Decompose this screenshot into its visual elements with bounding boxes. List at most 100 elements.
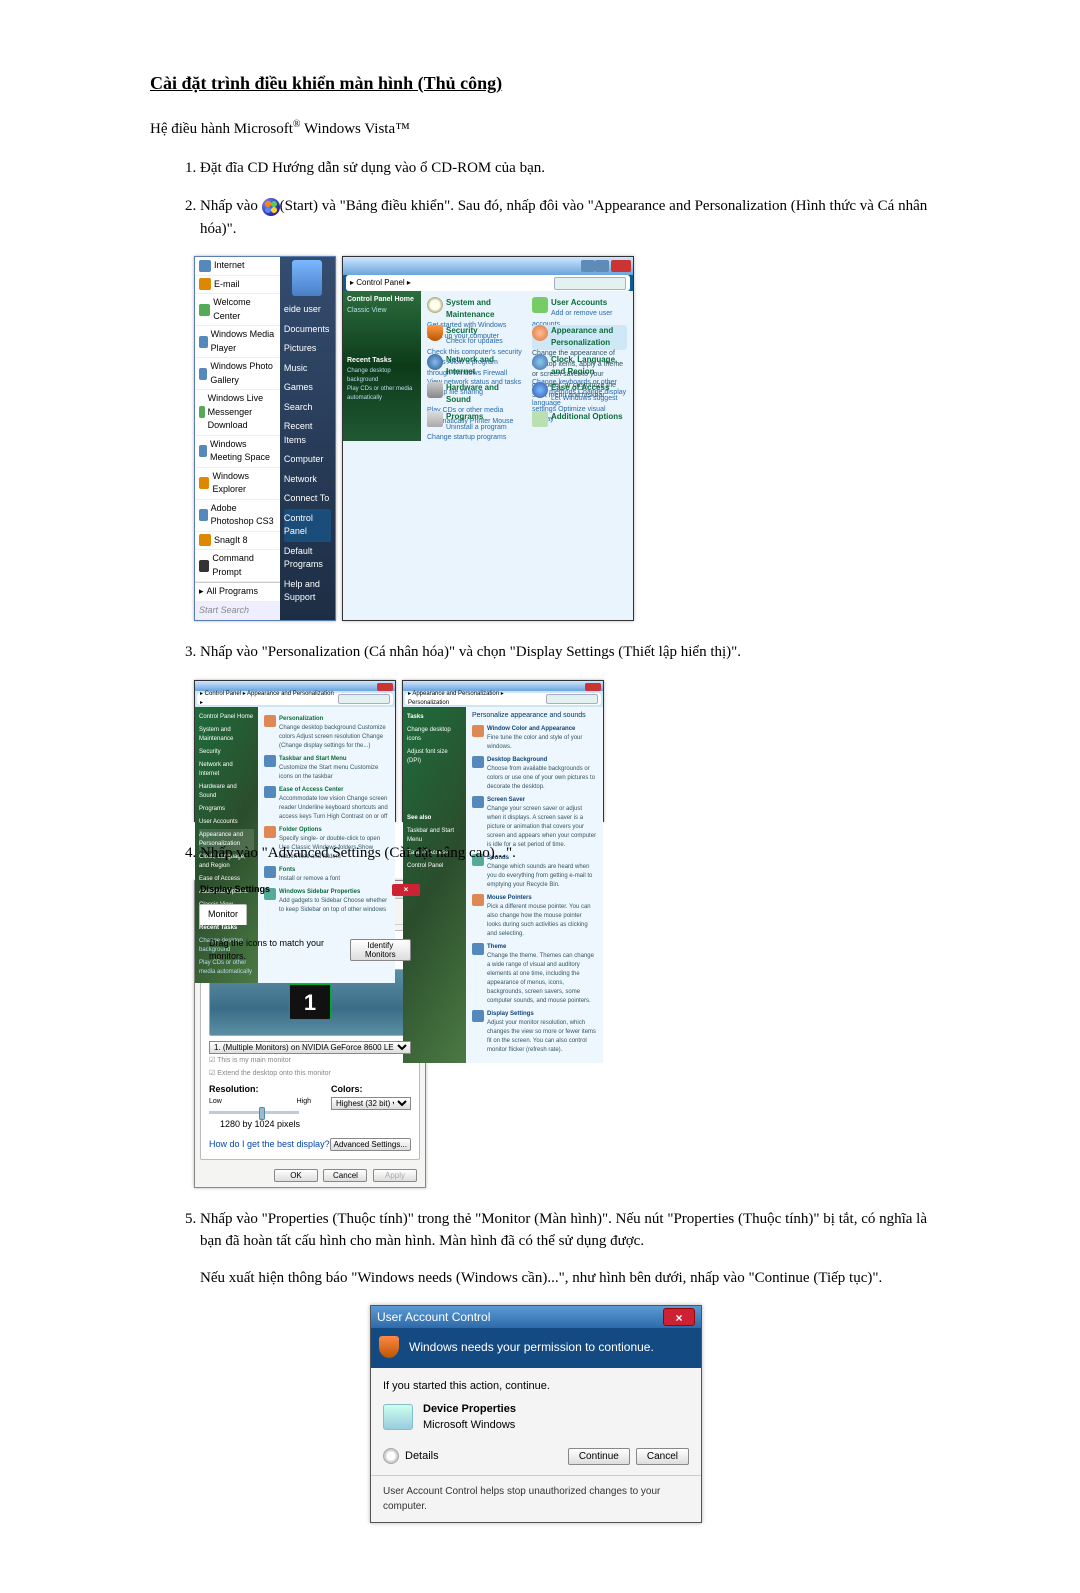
uac-prog2: Microsoft Windows <box>423 1417 516 1434</box>
smr-user: eide user <box>284 300 331 320</box>
cancel-button[interactable]: Cancel <box>323 1169 367 1182</box>
cancel-button[interactable]: Cancel <box>636 1448 689 1465</box>
pi6s: Adjust your monitor resolution, which ch… <box>487 1020 596 1053</box>
sm-snag: SnagIt 8 <box>214 534 248 548</box>
pi5s: Change the theme. Themes can change a wi… <box>487 953 594 1004</box>
smr-net: Network <box>284 470 331 490</box>
sm-welcome: Welcome Center <box>213 296 276 323</box>
pi4t: Mouse Pointers <box>487 894 597 903</box>
monitor-1-icon: 1 <box>289 984 331 1020</box>
step2-post: (Start) và "Bảng điều khiển". Sau đó, nh… <box>200 198 927 237</box>
identify-button[interactable]: Identify Monitors <box>350 939 411 961</box>
ap-i2s: Accommodate low vision Change screen rea… <box>279 796 388 820</box>
step2-pre: Nhấp vào <box>200 198 262 214</box>
smr-search: Search <box>284 398 331 418</box>
ds-help-link[interactable]: How do I get the best display? <box>209 1138 330 1152</box>
pi5t: Theme <box>487 943 597 952</box>
os-post: Windows Vista™ <box>301 121 410 137</box>
ap-i1t: Taskbar and Start Menu <box>279 755 389 764</box>
ap-i0s: Change desktop background Customize colo… <box>279 725 386 749</box>
search-input <box>338 694 390 704</box>
pers-hdr: Personalize appearance and sounds <box>472 711 597 722</box>
smr-help: Help and Support <box>284 575 331 608</box>
pi3s: Change which sounds are heard when you d… <box>487 864 592 888</box>
smr-conn: Connect To <box>284 489 331 509</box>
ap-i0t: Personalization <box>279 715 389 724</box>
close-icon <box>377 683 393 691</box>
control-panel-screenshot: ▸ Control Panel ▸ Control Panel Home Cla… <box>342 256 634 621</box>
sm-wlm: Windows Live Messenger Download <box>208 392 276 433</box>
uac-prog1: Device Properties <box>423 1401 516 1418</box>
cp-breadcrumb: ▸ Control Panel ▸ <box>350 277 411 289</box>
user-avatar <box>292 260 322 296</box>
uac-title: User Account Control <box>377 1308 490 1326</box>
color-select[interactable]: Highest (32 bit) ▾ <box>331 1097 411 1110</box>
cp-side-title: Control Panel Home <box>347 295 417 306</box>
smr-games: Games <box>284 378 331 398</box>
search-input <box>554 277 626 290</box>
smr-docs: Documents <box>284 320 331 340</box>
pi6t: Display Settings <box>487 1010 597 1019</box>
res-value: 1280 by 1024 pixels <box>209 1118 311 1132</box>
step-5: Nhấp vào "Properties (Thuộc tính)" trong… <box>200 1208 930 1290</box>
pers-side-title: Tasks <box>407 711 462 724</box>
ap-i5s: Add gadgets to Sidebar Choose whether to… <box>279 898 387 913</box>
step5a-text: Nhấp vào "Properties (Thuộc tính)" trong… <box>200 1211 927 1250</box>
ds-title: Display Settings <box>200 883 270 897</box>
uac-details[interactable]: Details <box>405 1448 439 1465</box>
appearance-screenshot: ▸ Control Panel ▸ Appearance and Persona… <box>194 680 396 822</box>
pi0s: Fine tune the color and style of your wi… <box>487 735 582 750</box>
ds-drag: Drag the icons to match your monitors. <box>209 937 350 964</box>
os-line: Hệ điều hành Microsoft® Windows Vista™ <box>150 117 930 141</box>
pers-side-1: Adjust font size (DPI) <box>407 746 462 768</box>
ap-i2t: Ease of Access Center <box>279 786 389 795</box>
monitor-select[interactable]: 1. (Multiple Monitors) on NVIDIA GeForce… <box>209 1041 411 1054</box>
step-1: Đặt đĩa CD Hướng dẫn sử dụng vào ổ CD-RO… <box>200 157 930 180</box>
search-input <box>546 694 598 704</box>
step-2: Nhấp vào (Start) và "Bảng điều khiển". S… <box>200 195 930 240</box>
step1-text: Đặt đĩa CD Hướng dẫn sử dụng vào ổ CD-RO… <box>200 160 545 176</box>
continue-button[interactable]: Continue <box>568 1448 630 1465</box>
ap-side-5: Programs <box>199 803 254 816</box>
step5b-text: Nếu xuất hiện thông báo "Windows needs (… <box>200 1267 930 1290</box>
start-icon <box>262 198 280 216</box>
cp-side-classic: Classic View <box>347 306 417 317</box>
ap-i3t: Folder Options <box>279 826 389 835</box>
res-slider[interactable] <box>209 1111 299 1114</box>
advanced-button[interactable]: Advanced Settings... <box>330 1138 411 1151</box>
pi0t: Window Color and Appearance <box>487 725 597 734</box>
smr-pics: Pictures <box>284 339 331 359</box>
reg-symbol: ® <box>293 119 301 130</box>
ap-i5t: Windows Sidebar Properties <box>279 888 389 897</box>
sm-search: Start Search <box>199 604 249 618</box>
sm-exp: Windows Explorer <box>212 470 275 497</box>
personalization-screenshot: ▸ Appearance and Personalization ▸ Perso… <box>402 680 604 822</box>
chk-main: ☑ This is my main monitor <box>209 1056 411 1067</box>
sm-wms: Windows Meeting Space <box>210 438 276 465</box>
ap-i4s: Install or remove a font <box>279 876 340 882</box>
uac-if: If you started this action, continue. <box>383 1378 689 1395</box>
close-icon <box>611 260 631 272</box>
smr-cp: Control Panel <box>284 509 331 542</box>
pers-breadcrumb: ▸ Appearance and Personalization ▸ Perso… <box>408 690 546 708</box>
sm-all: All Programs <box>207 585 259 599</box>
ap-breadcrumb: ▸ Control Panel ▸ Appearance and Persona… <box>200 690 338 708</box>
pi1s: Choose from available backgrounds or col… <box>487 766 595 790</box>
sm-internet: Internet <box>214 259 245 273</box>
page-title: Cài đặt trình điều khiển màn hình (Thủ c… <box>150 70 930 97</box>
sm-cmd: Command Prompt <box>212 552 275 579</box>
cp-side-r1: Change desktop background <box>347 367 417 385</box>
start-menu-screenshot: Internet E-mail Welcome Center Windows M… <box>194 256 336 621</box>
uac-screenshot: User Account Control× Windows needs your… <box>370 1305 702 1523</box>
ok-button[interactable]: OK <box>274 1169 318 1182</box>
res-high: High <box>297 1097 311 1108</box>
ap-side-1: System and Maintenance <box>199 724 254 746</box>
ap-side-2: Security <box>199 746 254 759</box>
step-3: Nhấp vào "Personalization (Cá nhân hóa)"… <box>200 641 930 664</box>
os-pre: Hệ điều hành Microsoft <box>150 121 293 137</box>
smr-comp: Computer <box>284 450 331 470</box>
smr-music: Music <box>284 359 331 379</box>
sm-wpg: Windows Photo Gallery <box>210 360 275 387</box>
close-icon <box>585 683 601 691</box>
res-low: Low <box>209 1097 222 1108</box>
